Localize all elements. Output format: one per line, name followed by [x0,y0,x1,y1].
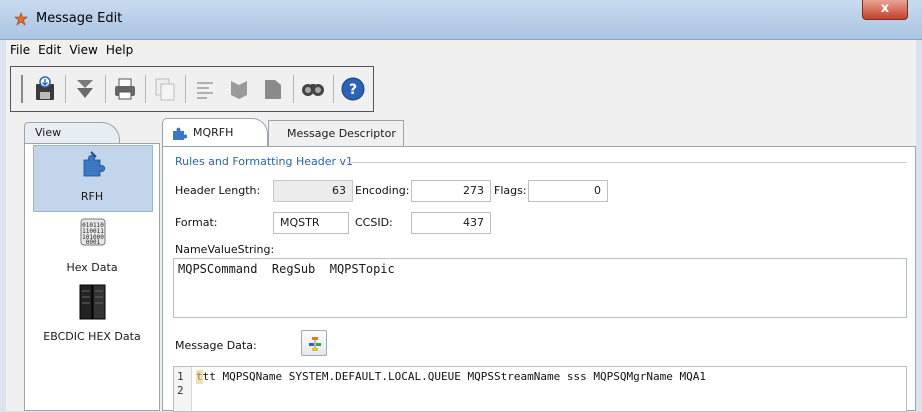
close-button[interactable]: x [862,0,908,20]
encoding-label: Encoding: [355,184,410,197]
flags-field[interactable]: 0 [528,180,608,202]
toolbar-separator [185,75,186,103]
svg-text:0001: 0001 [86,239,101,246]
group-title: Rules and Formatting Header v1 [175,155,354,168]
format-icon[interactable] [191,75,219,103]
window-title: Message Edit [36,11,123,26]
help-icon[interactable]: ? [339,75,367,103]
flags-label: Flags: [494,184,527,197]
name-value-string-textarea[interactable]: MQPSCommand RegSub MQPSTopic [173,258,907,318]
print-icon[interactable] [111,75,139,103]
tab-mqrfh-label: MQRFH [193,126,234,139]
rfh-puzzle-icon [173,127,187,140]
menu-file[interactable]: File [6,40,34,57]
message-data-editor[interactable]: 1 2 ttt MQPSQName SYSTEM.DEFAULT.LOCAL.Q… [173,366,907,412]
mqrfh-panel: Rules and Formatting Header v1 Header Le… [162,146,916,412]
close-icon: x [880,1,890,16]
line-number: 1 [177,370,184,383]
export-icon[interactable] [225,75,253,103]
tree-format-icon [309,337,321,351]
left-panel-tab[interactable]: View [24,122,120,144]
export-alt-icon[interactable] [259,75,287,103]
find-icon[interactable] [299,75,327,103]
name-value-string-label: NameValueString: [175,243,275,256]
header-length-label: Header Length: [175,184,261,197]
toolbar-grip [21,75,23,103]
header-length-field[interactable]: 63 [273,180,353,202]
line-number-gutter: 1 2 [174,367,192,411]
copy-icon[interactable] [151,75,179,103]
ccsid-field[interactable]: 437 [411,212,491,234]
toolbar-separator [65,75,66,103]
menu-edit[interactable]: Edit [34,40,65,57]
nav-label-rfh: RFH [80,190,104,203]
tab-mqrfh[interactable]: MQRFH [162,118,268,146]
tab-message-descriptor[interactable]: Message Descriptor [268,120,404,146]
menu-view[interactable]: View [65,40,101,57]
svg-text:?: ? [349,82,357,98]
format-label: Format: [175,216,218,229]
title-bar [0,0,922,40]
save-icon[interactable] [31,75,59,103]
hex-data-icon[interactable]: 010110 110011 101000 0001 [80,218,106,246]
toolbar-separator [145,75,146,103]
group-divider [347,162,907,163]
ebcdic-server-icon[interactable] [78,283,108,321]
ccsid-label: CCSID: [355,216,393,229]
tab-message-descriptor-label: Message Descriptor [287,127,396,140]
menu-bar: File Edit View Help [6,40,916,62]
line-number: 2 [177,384,184,397]
toolbar-separator [293,75,294,103]
nav-label-ebcdic-hex-data[interactable]: EBCDIC HEX Data [24,330,160,343]
text-cursor [196,370,203,384]
message-data-line: ttt MQPSQName SYSTEM.DEFAULT.LOCAL.QUEUE… [196,370,706,383]
toolbar-separator [333,75,334,103]
format-field[interactable]: MQSTR [273,212,349,234]
nav-label-hex-data[interactable]: Hex Data [24,261,160,274]
toolbar-separator [105,75,106,103]
app-icon [14,12,28,26]
menu-help[interactable]: Help [102,40,137,57]
import-icon[interactable] [71,75,99,103]
rfh-puzzle-icon [83,151,105,177]
message-data-label: Message Data: [175,339,257,352]
toolbar: ? [10,66,374,112]
message-data-button[interactable] [301,330,327,356]
encoding-field[interactable]: 273 [411,180,491,202]
